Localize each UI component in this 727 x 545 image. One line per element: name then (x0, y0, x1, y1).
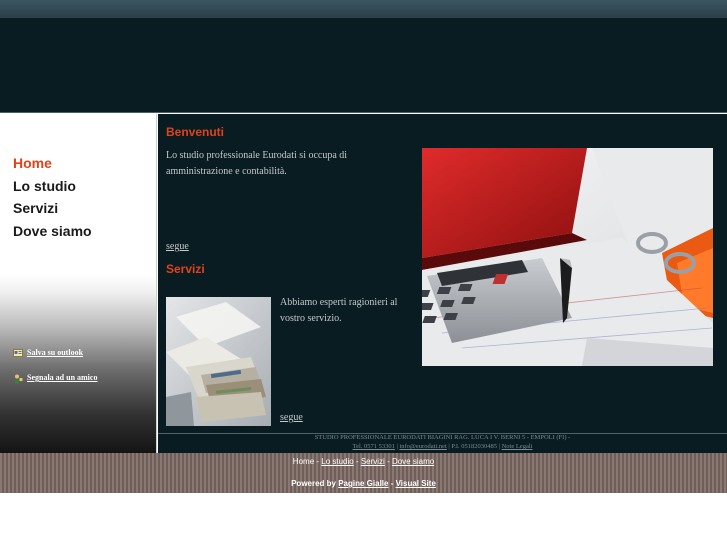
services-more-link[interactable]: segue (280, 412, 303, 423)
services-title: Servizi (166, 262, 205, 276)
welcome-more-link[interactable]: segue (166, 241, 189, 252)
bottom-nav-sep: - (353, 457, 361, 466)
tell-friend-link[interactable]: Segnala ad un amico (13, 373, 98, 383)
powered-dash: - (388, 479, 396, 488)
bottom-nav-dove-siamo[interactable]: Dove siamo (392, 457, 434, 466)
person-icon (13, 374, 23, 383)
page: Home Lo studio Servizi Dove siamo Salva … (0, 0, 727, 545)
pagine-gialle-link[interactable]: Pagine Gialle (338, 479, 388, 488)
bottom-nav-sep: - (384, 457, 392, 466)
services-text: Abbiamo esperti ragionieri al vostro ser… (280, 297, 398, 324)
bottom-bar: Home - Lo studio - Servizi - Dove siamo … (0, 453, 727, 493)
company-info: STUDIO PROFESSIONALE EURODATI BIAGINI RA… (158, 434, 727, 453)
legal-notes-link[interactable]: Note Legali (502, 443, 533, 450)
phone-link[interactable]: Tel. 0571 53301 (353, 443, 395, 450)
nav-servizi[interactable]: Servizi (13, 200, 58, 216)
bottom-nav: Home - Lo studio - Servizi - Dove siamo (0, 457, 727, 466)
welcome-photo (422, 148, 713, 366)
tell-friend-label: Segnala ad un amico (27, 373, 98, 382)
nav-dove-siamo[interactable]: Dove siamo (13, 223, 92, 239)
welcome-title: Benvenuti (166, 125, 225, 139)
powered-by: Powered by Pagine Gialle - Visual Site (0, 479, 727, 488)
header-banner (0, 18, 727, 113)
save-outlook-link[interactable]: Salva su outlook (13, 348, 83, 357)
bottom-nav-home[interactable]: Home (293, 457, 314, 466)
top-strip (0, 0, 727, 18)
welcome-text: Lo studio professionale Eurodati si occu… (166, 150, 348, 177)
save-outlook-label: Salva su outlook (27, 348, 84, 357)
powered-by-label: Powered by (291, 479, 339, 488)
bottom-nav-lo-studio[interactable]: Lo studio (321, 457, 353, 466)
company-address: STUDIO PROFESSIONALE EURODATI BIAGINI RA… (314, 434, 571, 441)
nav-home[interactable]: Home (13, 155, 52, 171)
bottom-nav-servizi[interactable]: Servizi (361, 457, 385, 466)
nav-lo-studio[interactable]: Lo studio (13, 178, 76, 194)
vat-number: | P.I. 05182030485 | (446, 443, 502, 450)
main-content: Benvenuti Lo studio professionale Euroda… (158, 114, 727, 434)
sidebar: Home Lo studio Servizi Dove siamo Salva … (0, 114, 157, 453)
email-link[interactable]: info@eurodati.net (399, 443, 446, 450)
visual-site-link[interactable]: Visual Site (396, 479, 436, 488)
company-contacts: Tel. 0571 53301 | info@eurodati.net | P.… (158, 443, 727, 450)
services-photo (166, 297, 271, 426)
outlook-card-icon (13, 348, 23, 357)
